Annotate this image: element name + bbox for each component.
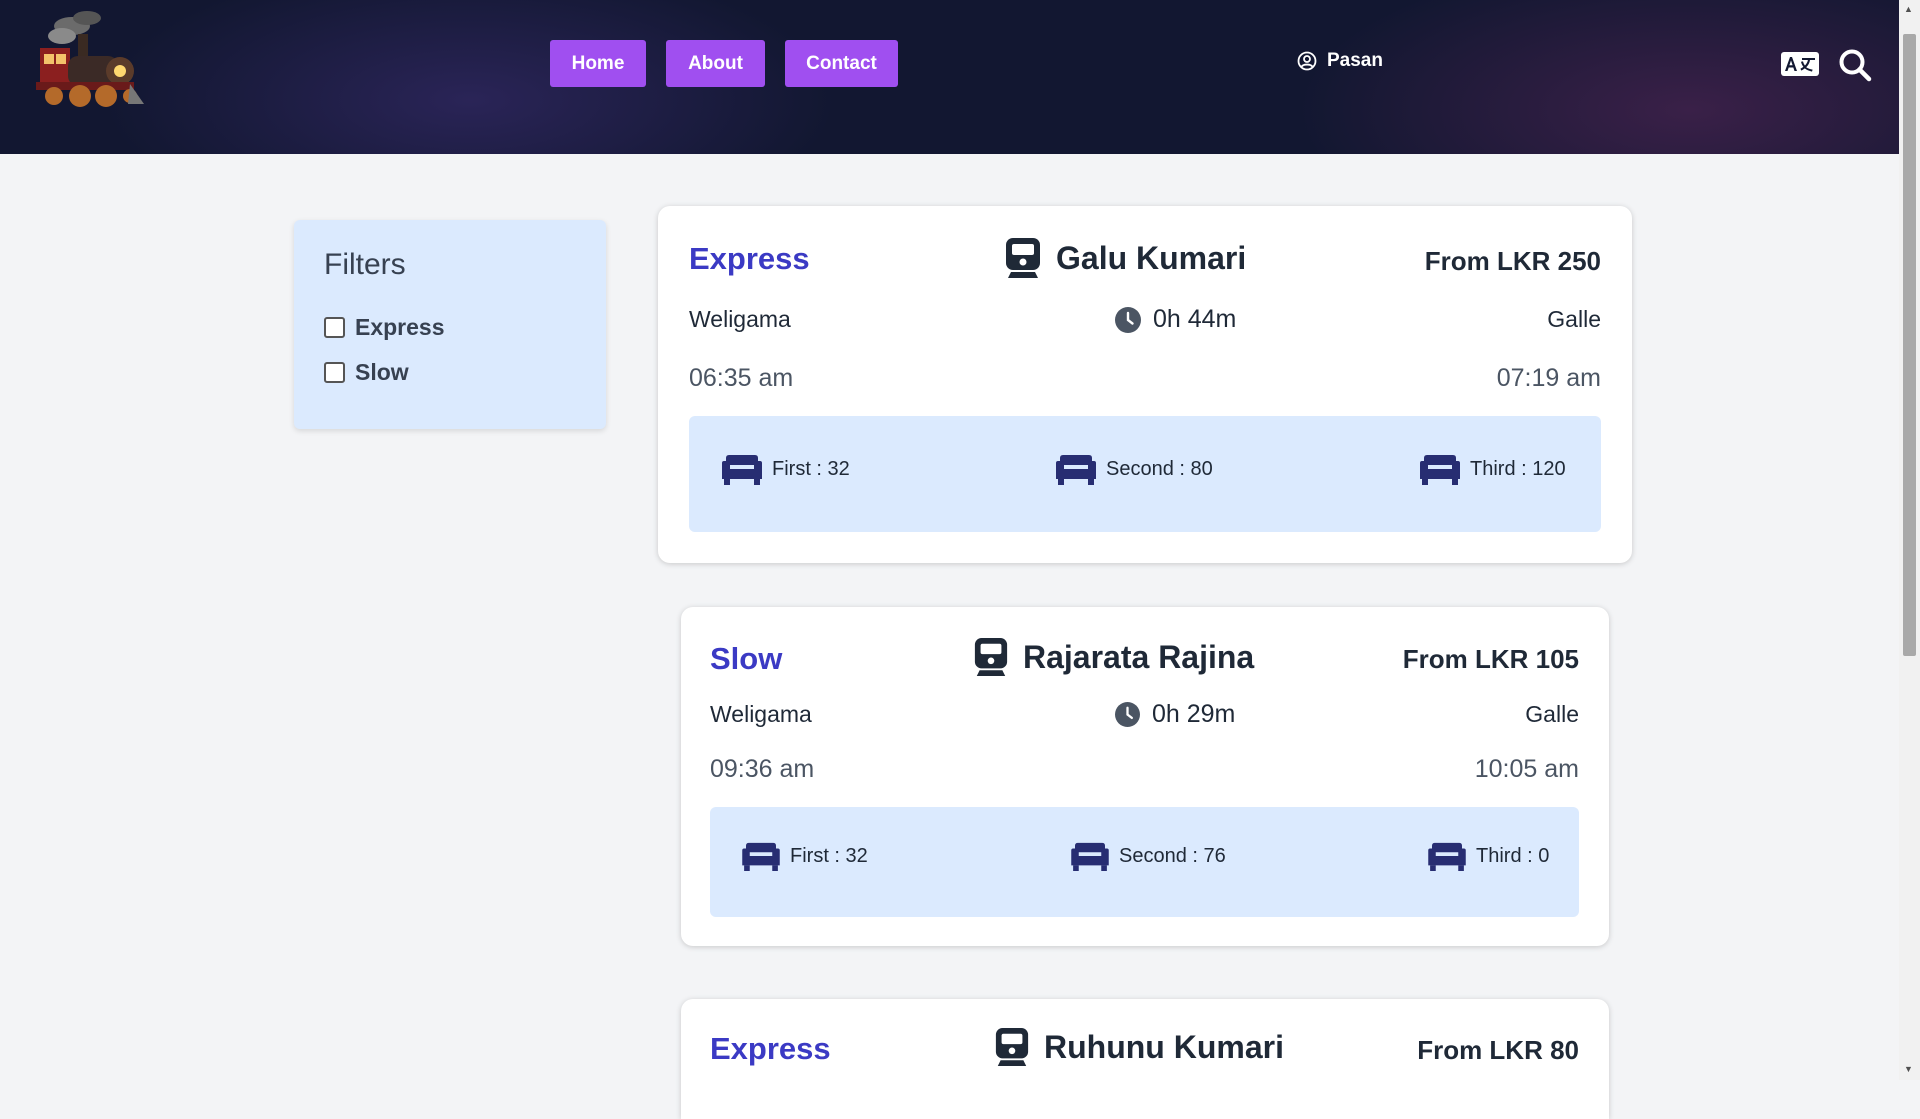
translate-icon[interactable] <box>1781 52 1819 76</box>
train-logo[interactable] <box>32 8 148 118</box>
seat-third-label: Third : 0 <box>1476 844 1550 867</box>
train-card[interactable]: Express Ruhunu Kumari From LKR 80 <box>681 999 1609 1119</box>
from-station: Weligama <box>689 306 791 332</box>
price-label: From LKR 105 <box>1402 644 1579 674</box>
sofa-icon <box>722 455 762 485</box>
filters-title: Filters <box>324 248 406 281</box>
departure-time: 06:35 am <box>689 364 794 392</box>
seat-third-label: Third : 120 <box>1470 457 1566 480</box>
nav-about-button[interactable]: About <box>666 40 765 87</box>
user-name: Pasan <box>1327 50 1383 71</box>
clock-icon <box>1115 306 1141 333</box>
arrival-time: 10:05 am <box>1474 755 1579 783</box>
train-name-text: Ruhunu Kumari <box>1044 1028 1284 1065</box>
duration-text: 0h 44m <box>1153 305 1237 333</box>
from-station: Weligama <box>710 701 812 727</box>
seat-first-label: First : 32 <box>790 844 868 867</box>
page-scrollbar[interactable]: ▲ ▼ <box>1899 0 1920 1080</box>
scroll-down-arrow-icon[interactable]: ▼ <box>1904 1064 1913 1074</box>
sofa-icon <box>1056 455 1096 485</box>
duration-text: 0h 29m <box>1152 700 1236 728</box>
sofa-icon <box>1071 842 1109 871</box>
train-icon <box>974 638 1008 676</box>
train-type: Express <box>710 1031 831 1066</box>
train-name: Ruhunu Kumari <box>994 1028 1284 1066</box>
filters-panel: Filters Express Slow <box>294 220 606 429</box>
train-type: Slow <box>710 641 783 676</box>
seat-availability: First : 32 Second : 80 Third : 120 <box>689 416 1601 532</box>
seat-third: Third : 0 <box>1428 841 1549 871</box>
duration: 0h 29m <box>1115 700 1235 729</box>
user-circle-icon <box>1297 51 1317 71</box>
train-icon <box>995 1028 1029 1066</box>
arrival-time: 07:19 am <box>1496 364 1601 392</box>
train-card[interactable]: Express Galu Kumari From LKR 250 Weligam… <box>658 206 1632 563</box>
filter-slow-label: Slow <box>355 359 409 385</box>
sofa-icon <box>1420 455 1460 485</box>
filter-express[interactable]: Express <box>324 314 445 341</box>
seat-second-label: Second : 80 <box>1106 457 1213 480</box>
price-label: From LKR 250 <box>1424 246 1601 276</box>
user-menu[interactable]: Pasan <box>1297 50 1383 72</box>
seat-first-label: First : 32 <box>772 457 850 480</box>
express-checkbox[interactable] <box>324 317 345 338</box>
train-name-text: Rajarata Rajina <box>1023 638 1255 675</box>
seat-third: Third : 120 <box>1420 453 1566 485</box>
train-card[interactable]: Slow Rajarata Rajina From LKR 105 Weliga… <box>681 607 1609 946</box>
filter-express-label: Express <box>355 314 445 340</box>
to-station: Galle <box>1547 306 1601 332</box>
seat-second: Second : 80 <box>1056 453 1213 485</box>
seat-first: First : 32 <box>722 453 850 485</box>
filter-slow[interactable]: Slow <box>324 359 409 386</box>
seat-availability: First : 32 Second : 76 Third : 0 <box>710 807 1579 917</box>
price-label: From LKR 80 <box>1417 1035 1579 1065</box>
sofa-icon <box>1428 842 1466 871</box>
seat-second: Second : 76 <box>1071 841 1226 871</box>
site-header: Home About Contact Pasan <box>0 0 1899 154</box>
train-name: Rajarata Rajina <box>973 638 1254 676</box>
departure-time: 09:36 am <box>710 755 815 783</box>
slow-checkbox[interactable] <box>324 362 345 383</box>
nav-contact-button[interactable]: Contact <box>785 40 898 87</box>
train-name-text: Galu Kumari <box>1056 239 1247 276</box>
scroll-up-arrow-icon[interactable]: ▲ <box>1904 4 1913 14</box>
scroll-thumb[interactable] <box>1903 34 1916 656</box>
train-type: Express <box>689 241 810 276</box>
seat-first: First : 32 <box>742 841 868 871</box>
clock-icon <box>1115 702 1140 727</box>
to-station: Galle <box>1525 701 1579 727</box>
search-icon[interactable] <box>1838 48 1872 82</box>
train-name: Galu Kumari <box>1004 238 1246 278</box>
train-icon <box>1006 238 1040 278</box>
duration: 0h 44m <box>1115 305 1236 334</box>
nav-home-button[interactable]: Home <box>550 40 646 87</box>
seat-second-label: Second : 76 <box>1119 844 1226 867</box>
sofa-icon <box>742 842 780 871</box>
